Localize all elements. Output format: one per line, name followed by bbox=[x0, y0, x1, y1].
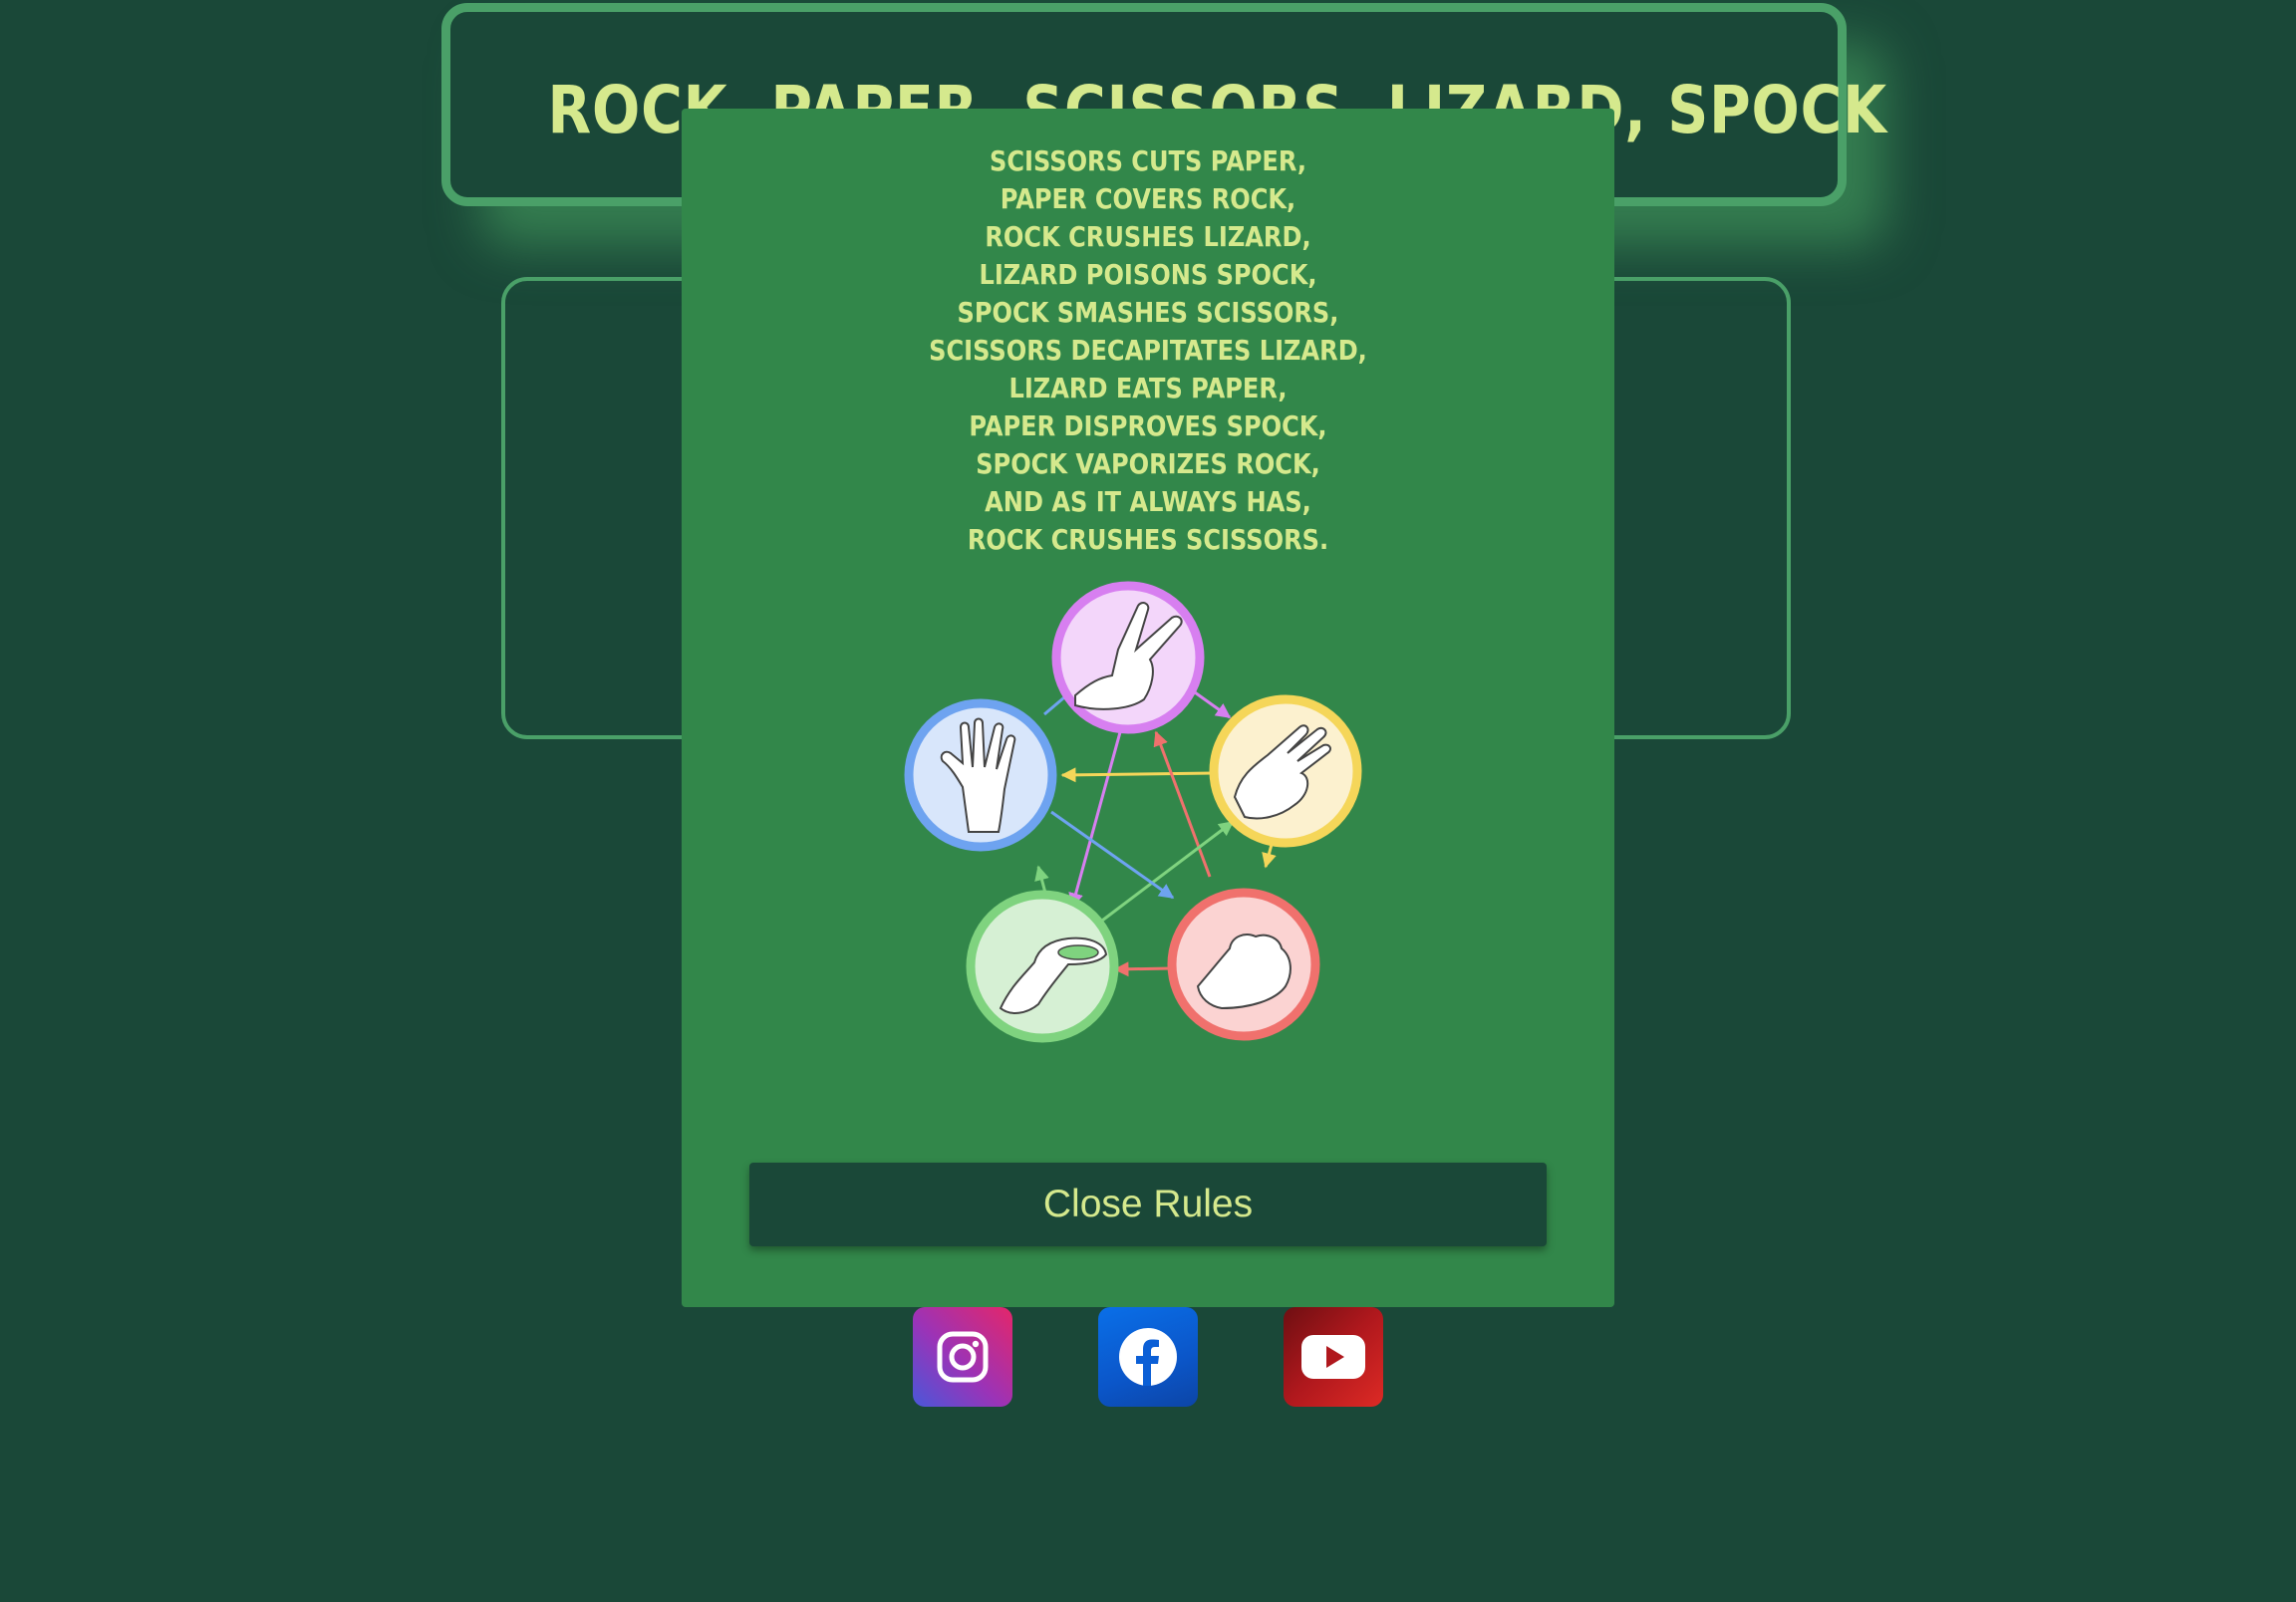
facebook-link[interactable] bbox=[1098, 1307, 1198, 1407]
spock-icon bbox=[904, 698, 1057, 852]
instagram-icon bbox=[937, 1331, 989, 1383]
rule-line: SPOCK SMASHES SCISSORS, bbox=[957, 296, 1339, 329]
instagram-link[interactable] bbox=[913, 1307, 1012, 1407]
rock-icon bbox=[1167, 888, 1320, 1041]
rule-line: LIZARD POISONS SPOCK, bbox=[979, 258, 1317, 291]
rules-text: SCISSORS CUTS PAPER, PAPER COVERS ROCK, … bbox=[747, 142, 1550, 559]
app-stage: ROCK, PAPER, SCISSORS, LIZARD, SPOCK SCI… bbox=[0, 0, 2296, 1602]
paper-icon bbox=[1209, 694, 1362, 848]
rule-line: PAPER COVERS ROCK, bbox=[1000, 182, 1296, 215]
lizard-icon bbox=[966, 890, 1119, 1043]
rule-line: PAPER DISPROVES SPOCK, bbox=[969, 409, 1327, 442]
youtube-icon bbox=[1301, 1335, 1365, 1379]
rules-diagram bbox=[904, 581, 1362, 1043]
rule-line: AND AS IT ALWAYS HAS, bbox=[985, 485, 1311, 518]
rule-line: LIZARD EATS PAPER, bbox=[1008, 372, 1288, 404]
rules-modal: SCISSORS CUTS PAPER, PAPER COVERS ROCK, … bbox=[682, 109, 1614, 1307]
rule-line: SCISSORS CUTS PAPER, bbox=[989, 144, 1307, 177]
rule-line: ROCK CRUSHES SCISSORS. bbox=[967, 523, 1329, 556]
rule-line: SPOCK VAPORIZES ROCK, bbox=[976, 447, 1320, 480]
rule-line: ROCK CRUSHES LIZARD, bbox=[985, 220, 1311, 253]
close-rules-button[interactable]: Close Rules bbox=[749, 1163, 1547, 1246]
youtube-link[interactable] bbox=[1284, 1307, 1383, 1407]
rule-line: SCISSORS DECAPITATES LIZARD, bbox=[929, 334, 1367, 367]
facebook-icon bbox=[1119, 1328, 1177, 1386]
scissors-icon bbox=[1051, 581, 1205, 734]
